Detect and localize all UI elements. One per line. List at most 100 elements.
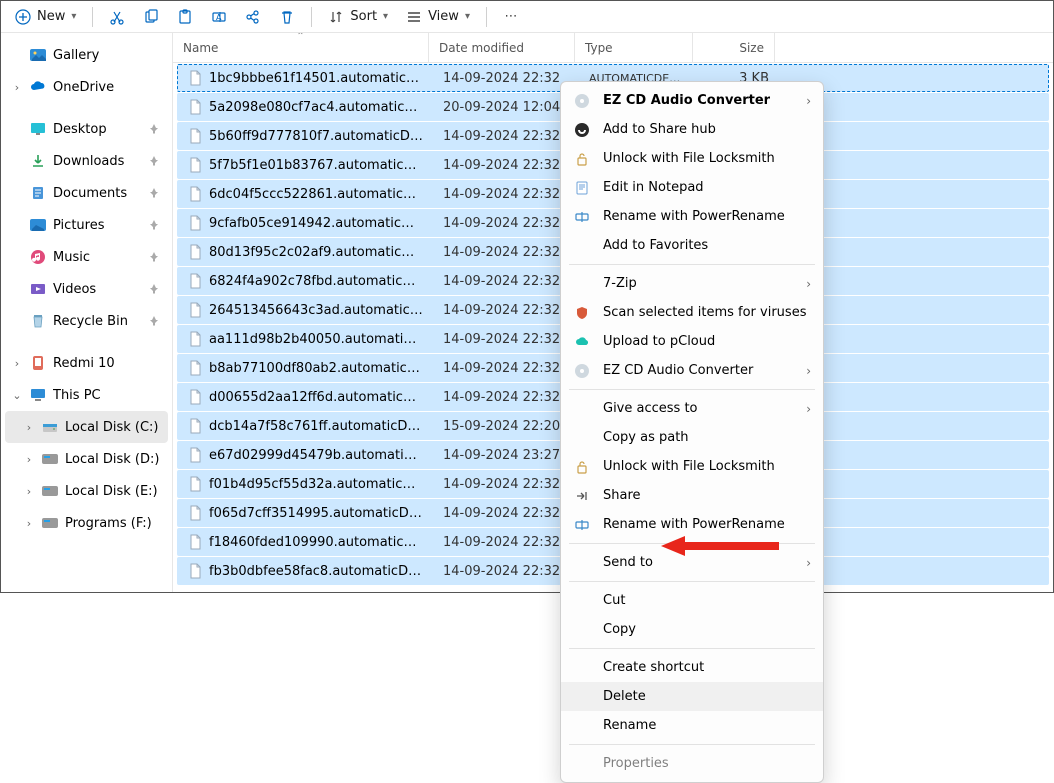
pin-icon <box>148 283 162 295</box>
ctx-share[interactable]: Share <box>561 481 823 510</box>
sidebar-item-documents[interactable]: Documents <box>5 177 168 209</box>
ctx-favorites[interactable]: Add to Favorites <box>561 231 823 260</box>
ctx-scan[interactable]: Scan selected items for viruses <box>561 298 823 327</box>
sidebar-item-programs-f[interactable]: › Programs (F:) <box>5 507 168 539</box>
file-date: 14-09-2024 22:32 <box>433 129 579 144</box>
file-name: aa111d98b2b40050.automaticDestination... <box>209 332 423 347</box>
file-name: 6dc04f5ccc522861.automaticDestinations..… <box>209 187 423 202</box>
sidebar-label: This PC <box>53 388 162 403</box>
ctx-properties[interactable]: Properties <box>561 749 823 778</box>
ctx-ezcd[interactable]: EZ CD Audio Converter› <box>561 86 823 115</box>
col-size[interactable]: Size <box>693 33 775 62</box>
ctx-rename[interactable]: Rename <box>561 711 823 740</box>
more-button[interactable]: ⋯ <box>495 4 527 30</box>
file-date: 14-09-2024 22:32 <box>433 535 579 550</box>
music-icon <box>29 248 47 266</box>
chevron-right-icon: › <box>806 94 811 108</box>
chevron-right-icon[interactable]: › <box>11 357 23 370</box>
sidebar-item-localdisk-c[interactable]: › Local Disk (C:) <box>5 411 168 443</box>
col-name[interactable]: ⌃ Name <box>173 33 429 62</box>
chevron-right-icon[interactable]: › <box>11 81 23 94</box>
divider <box>569 648 815 649</box>
ctx-powerrename[interactable]: Rename with PowerRename <box>561 202 823 231</box>
sidebar-item-localdisk-e[interactable]: › Local Disk (E:) <box>5 475 168 507</box>
sidebar-item-downloads[interactable]: Downloads <box>5 145 168 177</box>
ctx-shortcut[interactable]: Create shortcut <box>561 653 823 682</box>
file-name: dcb14a7f58c761ff.automaticDestinations..… <box>209 419 423 434</box>
divider <box>569 264 815 265</box>
sidebar-item-onedrive[interactable]: › OneDrive <box>5 71 168 103</box>
sidebar-label: Desktop <box>53 122 142 137</box>
file-date: 14-09-2024 22:32 <box>433 332 579 347</box>
delete-button[interactable] <box>271 4 303 30</box>
sidebar-item-music[interactable]: Music <box>5 241 168 273</box>
ctx-copypath[interactable]: Copy as path <box>561 423 823 452</box>
pin-icon <box>148 187 162 199</box>
sidebar-label: Downloads <box>53 154 142 169</box>
sidebar-item-thispc[interactable]: ⌄ This PC <box>5 379 168 411</box>
view-button[interactable]: View ▾ <box>398 5 478 29</box>
ctx-unlock2[interactable]: Unlock with File Locksmith <box>561 452 823 481</box>
sidebar-item-videos[interactable]: Videos <box>5 273 168 305</box>
file-date: 14-09-2024 22:32 <box>433 303 579 318</box>
file-name: f065d7cff3514995.automaticDestinations..… <box>209 506 423 521</box>
sidebar-item-redmi[interactable]: › Redmi 10 <box>5 347 168 379</box>
sidebar-label: Documents <box>53 186 142 201</box>
col-date[interactable]: Date modified <box>429 33 575 62</box>
sort-button[interactable]: Sort ▾ <box>320 5 396 29</box>
file-name: fb3b0dbfee58fac8.automaticDestinations..… <box>209 564 423 579</box>
chevron-down-icon[interactable]: ⌄ <box>11 389 23 402</box>
new-label: New <box>37 9 65 24</box>
chevron-right-icon: › <box>806 556 811 570</box>
ctx-copy[interactable]: Copy <box>561 615 823 644</box>
ctx-pcloud[interactable]: Upload to pCloud <box>561 327 823 356</box>
chevron-right-icon[interactable]: › <box>23 453 35 466</box>
svg-text:A: A <box>216 13 222 22</box>
rename-icon <box>573 208 591 226</box>
file-name: 5b60ff9d777810f7.automaticDestinations..… <box>209 129 423 144</box>
chevron-right-icon: › <box>806 364 811 378</box>
pin-icon <box>148 219 162 231</box>
ctx-notepad[interactable]: Edit in Notepad <box>561 173 823 202</box>
copy-button[interactable] <box>135 4 167 30</box>
sidebar-item-gallery[interactable]: Gallery <box>5 39 168 71</box>
file-date: 15-09-2024 22:20 <box>433 419 579 434</box>
ctx-delete[interactable]: Delete <box>561 682 823 711</box>
share-button[interactable] <box>237 4 269 30</box>
chevron-right-icon[interactable]: › <box>23 485 35 498</box>
divider <box>569 389 815 390</box>
col-type[interactable]: Type <box>575 33 693 62</box>
ctx-cut[interactable]: Cut <box>561 586 823 615</box>
disk-icon <box>41 482 59 500</box>
sidebar-item-desktop[interactable]: Desktop <box>5 113 168 145</box>
ctx-ezcd2[interactable]: EZ CD Audio Converter› <box>561 356 823 385</box>
ctx-sharehub[interactable]: Add to Share hub <box>561 115 823 144</box>
column-headers: ⌃ Name Date modified Type Size <box>173 33 1053 63</box>
sidebar-item-pictures[interactable]: Pictures <box>5 209 168 241</box>
ctx-sendto[interactable]: Send to› <box>561 548 823 577</box>
chevron-right-icon: › <box>806 277 811 291</box>
divider <box>569 581 815 582</box>
separator <box>92 7 93 27</box>
cut-button[interactable] <box>101 4 133 30</box>
divider <box>569 744 815 745</box>
file-date: 14-09-2024 22:32 <box>433 245 579 260</box>
sort-label: Sort <box>350 9 377 24</box>
new-button[interactable]: New ▾ <box>7 5 84 29</box>
disk-icon <box>41 418 59 436</box>
file-name: 5f7b5f1e01b83767.automaticDestinations..… <box>209 158 423 173</box>
sidebar-label: Local Disk (D:) <box>65 452 162 467</box>
ctx-7zip[interactable]: 7-Zip› <box>561 269 823 298</box>
file-date: 14-09-2024 22:32 <box>433 506 579 521</box>
chevron-right-icon[interactable]: › <box>23 421 35 434</box>
sidebar-item-localdisk-d[interactable]: › Local Disk (D:) <box>5 443 168 475</box>
chevron-right-icon[interactable]: › <box>23 517 35 530</box>
ctx-powerrename2[interactable]: Rename with PowerRename <box>561 510 823 539</box>
divider <box>569 543 815 544</box>
file-date: 14-09-2024 22:32 <box>433 216 579 231</box>
ctx-unlock[interactable]: Unlock with File Locksmith <box>561 144 823 173</box>
sidebar-item-recyclebin[interactable]: Recycle Bin <box>5 305 168 337</box>
rename-button[interactable]: A <box>203 4 235 30</box>
ctx-giveaccess[interactable]: Give access to› <box>561 394 823 423</box>
paste-button[interactable] <box>169 4 201 30</box>
